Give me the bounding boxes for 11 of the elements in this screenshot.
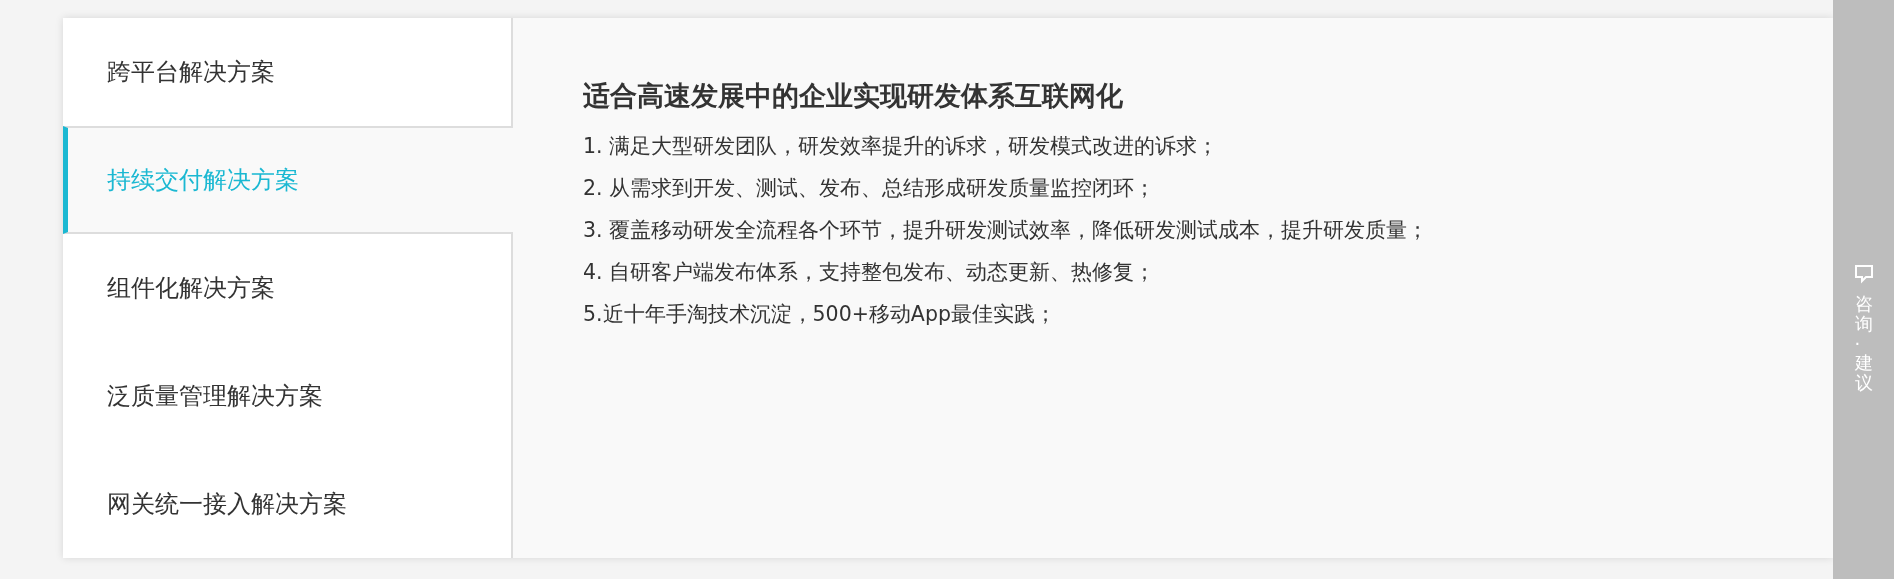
feature-point: 4. 自研客户端发布体系，支持整包发布、动态更新、热修复； xyxy=(583,258,1157,286)
solution-tab[interactable]: 组件化解决方案 xyxy=(63,234,513,342)
panel-title: 适合高速发展中的企业实现研发体系互联网化 xyxy=(583,79,1124,113)
chat-icon[interactable] xyxy=(1852,262,1875,284)
solution-tab[interactable]: 跨平台解决方案 xyxy=(63,18,513,126)
feature-point: 3. 覆盖移动研发全流程各个环节，提升研发测试效率，降低研发测试成本，提升研发质量； xyxy=(583,216,1429,244)
solution-tab[interactable]: 网关统一接入解决方案 xyxy=(63,450,513,558)
feature-point: 5.近十年手淘技术沉淀，500+移动App最佳实践； xyxy=(583,300,1057,328)
solution-tab[interactable]: 泛质量管理解决方案 xyxy=(63,342,513,450)
feature-point: 2. 从需求到开发、测试、发布、总结形成研发质量监控闭环； xyxy=(583,174,1157,202)
feature-point: 1. 满足大型研发团队，研发效率提升的诉求，研发模式改进的诉求； xyxy=(583,132,1220,160)
